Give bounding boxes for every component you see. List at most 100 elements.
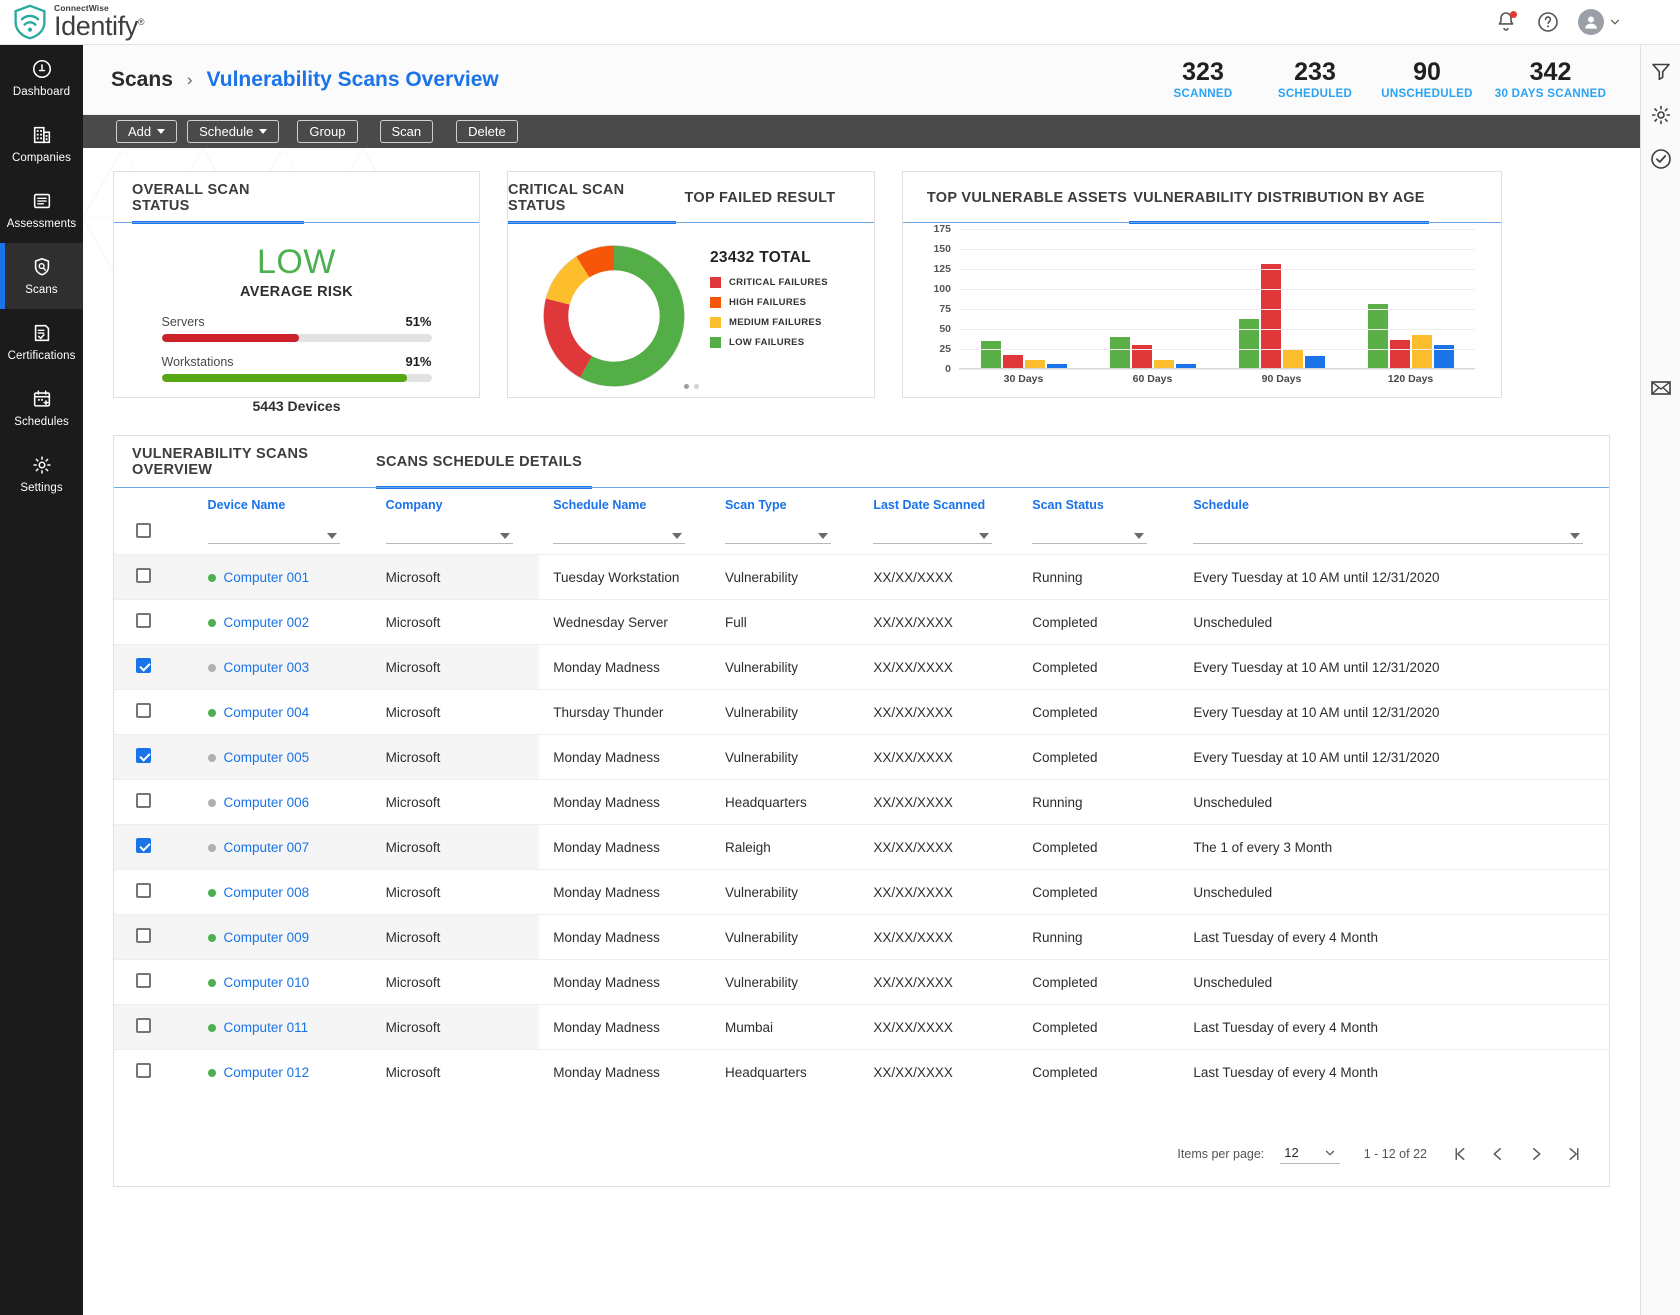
column-header-scan-status[interactable]: Scan Status (1018, 488, 1179, 518)
tab-top-vulnerable-assets[interactable]: TOP VULNERABLE ASSETS (925, 172, 1129, 223)
table-row[interactable]: Computer 008 Microsoft Monday Madness Vulne… (114, 869, 1609, 915)
carousel-dot-2[interactable] (693, 384, 699, 389)
filter-select[interactable] (553, 522, 685, 544)
row-checkbox[interactable] (136, 838, 151, 853)
stat-30-days-scanned[interactable]: 342 30 DAYS SCANNED (1483, 59, 1618, 100)
device-name-link[interactable]: Computer 005 (224, 750, 310, 765)
table-row[interactable]: Computer 002 Microsoft Wednesday Server Ful… (114, 599, 1609, 645)
breadcrumb-root[interactable]: Scans (111, 68, 173, 92)
carousel-dots[interactable] (508, 384, 874, 389)
row-checkbox[interactable] (136, 1063, 151, 1079)
filter-schedule[interactable] (1179, 518, 1609, 555)
row-checkbox[interactable] (136, 658, 151, 673)
stat-scanned[interactable]: 323 SCANNED (1147, 59, 1259, 100)
row-checkbox[interactable] (136, 1018, 151, 1033)
tab-critical-scan-status[interactable]: CRITICAL SCAN STATUS (508, 172, 676, 224)
sidebar-item-assessments[interactable]: Assessments (0, 177, 83, 243)
filter-last-date-scanned[interactable] (859, 518, 1018, 555)
table-row[interactable]: Computer 004 Microsoft Thursday Thunder Vul… (114, 689, 1609, 735)
table-row[interactable]: Computer 006 Microsoft Monday Madness Headq… (114, 779, 1609, 825)
device-name-link[interactable]: Computer 009 (224, 930, 310, 945)
account-menu[interactable] (1578, 9, 1622, 35)
column-header-last-date-scanned[interactable]: Last Date Scanned (859, 488, 1018, 518)
device-name-link[interactable]: Computer 010 (224, 975, 310, 990)
device-name-link[interactable]: Computer 003 (224, 660, 310, 675)
table-row[interactable]: Computer 009 Microsoft Monday Madness Vulne… (114, 914, 1609, 960)
sidebar-item-dashboard[interactable]: Dashboard (0, 45, 83, 111)
breadcrumb-current[interactable]: Vulnerability Scans Overview (207, 68, 499, 92)
device-name-link[interactable]: Computer 001 (224, 570, 310, 585)
row-checkbox[interactable] (136, 613, 151, 628)
table-row[interactable]: Computer 005 Microsoft Monday Madness Vulne… (114, 734, 1609, 780)
first-page-icon[interactable] (1451, 1145, 1469, 1163)
column-header-schedule-name[interactable]: Schedule Name (539, 488, 709, 518)
column-header-device-name[interactable]: Device Name (166, 488, 370, 518)
stat-scheduled[interactable]: 233 SCHEDULED (1259, 59, 1371, 100)
delete-button[interactable]: Delete (456, 120, 518, 143)
table-row[interactable]: Computer 011 Microsoft Monday Madness Mumba… (114, 1004, 1609, 1050)
column-header-scan-type[interactable]: Scan Type (709, 488, 859, 518)
device-name-link[interactable]: Computer 008 (224, 885, 310, 900)
carousel-dot-1[interactable] (683, 384, 689, 389)
tab-top-failed-result[interactable]: TOP FAILED RESULT (676, 172, 844, 223)
table-row[interactable]: Computer 003 Microsoft Monday Madness Vulne… (114, 644, 1609, 690)
filter-device-name[interactable] (166, 518, 370, 555)
device-name-link[interactable]: Computer 004 (224, 705, 310, 720)
tab-vulnerability-scans-overview[interactable]: VULNERABILITY SCANS OVERVIEW (132, 436, 376, 488)
row-checkbox[interactable] (136, 973, 151, 988)
filter-schedule-name[interactable] (539, 518, 709, 555)
envelope-icon[interactable] (1649, 376, 1673, 400)
sidebar-item-certifications[interactable]: Certifications (0, 309, 83, 375)
group-button[interactable]: Group (297, 120, 358, 143)
table-row[interactable]: Computer 012 Microsoft Monday Madness Headq… (114, 1049, 1609, 1095)
filter-select[interactable] (207, 522, 340, 544)
check-circle-icon[interactable] (1649, 147, 1673, 171)
bell-icon[interactable] (1494, 10, 1518, 34)
filter-select[interactable] (385, 522, 514, 544)
filter-company[interactable] (370, 518, 540, 555)
row-checkbox[interactable] (136, 748, 151, 763)
row-checkbox[interactable] (136, 883, 151, 898)
tab-scans-schedule-details[interactable]: SCANS SCHEDULE DETAILS (376, 436, 592, 489)
device-name-link[interactable]: Computer 012 (224, 1065, 310, 1080)
schedule-button[interactable]: Schedule (187, 120, 280, 143)
brand-logo-block[interactable]: ConnectWise Identify® (0, 4, 145, 41)
row-checkbox[interactable] (136, 703, 151, 718)
filter-select[interactable] (1032, 522, 1148, 544)
filter-select[interactable] (873, 522, 993, 544)
column-header-schedule[interactable]: Schedule (1179, 488, 1609, 518)
filter-scan-type[interactable] (709, 518, 859, 555)
filter-select[interactable] (724, 522, 832, 544)
filter-scan-status[interactable] (1018, 518, 1179, 555)
table-row[interactable]: Computer 001 Microsoft Tuesday Workstation… (114, 554, 1609, 600)
row-checkbox[interactable] (136, 793, 151, 808)
settings-gear-icon[interactable] (1649, 103, 1673, 127)
filter-icon[interactable] (1649, 59, 1673, 83)
sidebar-item-schedules[interactable]: Schedules (0, 375, 83, 441)
last-page-icon[interactable] (1565, 1145, 1583, 1163)
tab-overall-scan-status[interactable]: OVERALL SCAN STATUS (132, 172, 304, 224)
scan-button[interactable]: Scan (379, 120, 434, 143)
next-page-icon[interactable] (1527, 1145, 1545, 1163)
prev-page-icon[interactable] (1489, 1145, 1507, 1163)
row-checkbox[interactable] (136, 568, 151, 583)
filter-select[interactable] (1193, 522, 1583, 544)
device-name-link[interactable]: Computer 011 (224, 1020, 309, 1035)
device-name-link[interactable]: Computer 006 (224, 795, 310, 810)
help-circle-icon[interactable] (1536, 10, 1560, 34)
tab-vulnerability-distribution-by-age[interactable]: VULNERABILITY DISTRIBUTION BY AGE (1129, 172, 1429, 224)
sidebar-item-companies[interactable]: Companies (0, 111, 83, 177)
add-button[interactable]: Add (116, 120, 178, 143)
stat-unscheduled[interactable]: 90 UNSCHEDULED (1371, 59, 1483, 100)
device-name-link[interactable]: Computer 007 (224, 840, 310, 855)
table-row[interactable]: Computer 010 Microsoft Monday Madness Vulne… (114, 959, 1609, 1005)
select-all-checkbox[interactable] (136, 523, 151, 538)
device-name-link[interactable]: Computer 002 (224, 615, 310, 630)
group-button-label: Group (309, 124, 346, 139)
items-per-page-select[interactable]: 12 (1280, 1145, 1340, 1164)
column-header-company[interactable]: Company (370, 488, 540, 518)
sidebar-item-settings[interactable]: Settings (0, 441, 83, 507)
sidebar-item-scans[interactable]: Scans (0, 243, 83, 309)
table-row[interactable]: Computer 007 Microsoft Monday Madness Ralei… (114, 824, 1609, 870)
row-checkbox[interactable] (136, 928, 151, 943)
